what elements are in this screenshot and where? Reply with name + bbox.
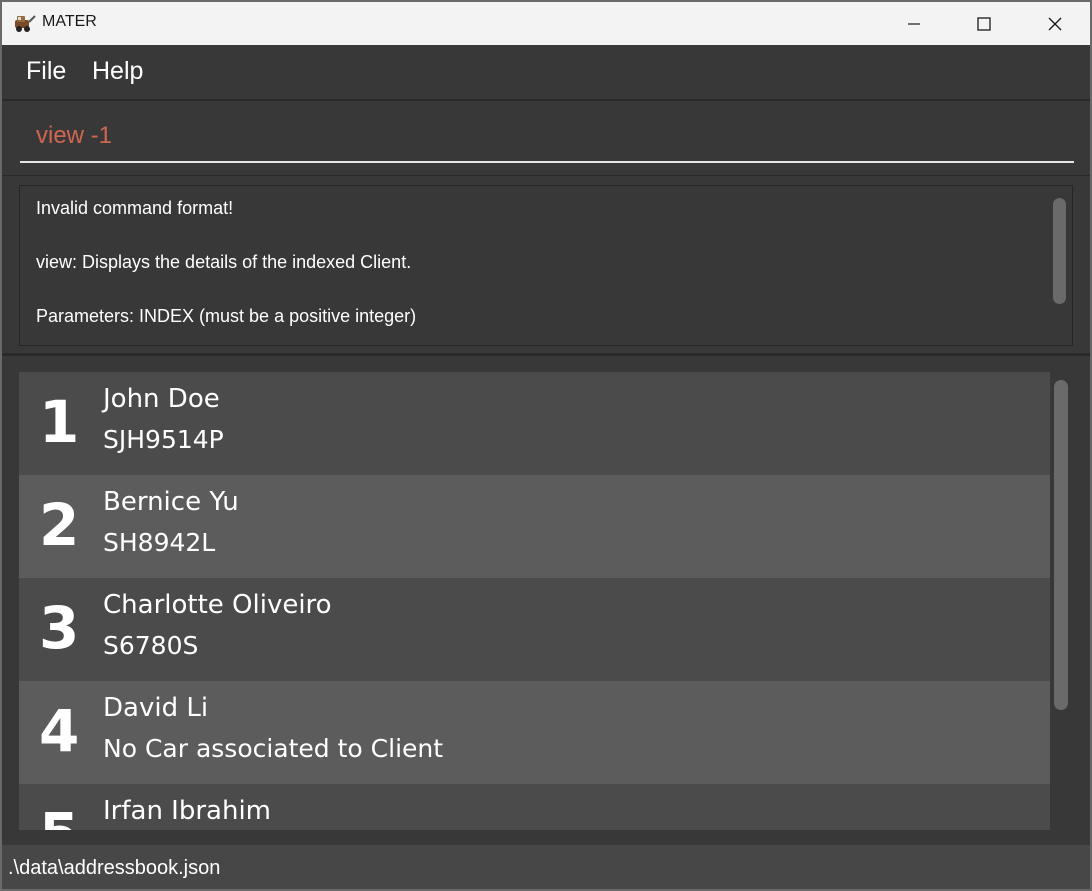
minimize-icon [908, 22, 920, 25]
client-index: 5 [39, 800, 79, 830]
result-line: Parameters: INDEX (must be a positive in… [36, 306, 417, 326]
client-card[interactable]: 1 John Doe SJH9514P [19, 372, 1050, 475]
client-index: 1 [39, 388, 80, 456]
client-name: David Li [103, 693, 209, 723]
client-car: No Car associated to Client [103, 734, 444, 763]
client-card[interactable]: 2 Bernice Yu SH8942L [19, 475, 1050, 578]
app-window: MATER File Help Invalid command format! [2, 2, 1090, 889]
client-name: Irfan Ibrahim [103, 796, 272, 826]
menu-file[interactable]: File [26, 57, 66, 86]
menu-help[interactable]: Help [92, 57, 143, 86]
close-icon [1048, 17, 1062, 30]
client-list-panel: 1 John Doe SJH9514P 2 Bernice Yu SH8942L… [2, 356, 1090, 844]
client-index: 2 [39, 491, 80, 559]
client-car: SJH9514P [103, 425, 224, 454]
client-list-scrollbar[interactable] [1054, 380, 1068, 710]
client-name: Bernice Yu [103, 487, 239, 517]
title-bar[interactable]: MATER [2, 2, 1090, 45]
maximize-button[interactable] [949, 2, 1019, 45]
save-location: .\data\addressbook.json [8, 857, 221, 879]
client-list[interactable]: 1 John Doe SJH9514P 2 Bernice Yu SH8942L… [19, 372, 1050, 830]
client-card[interactable]: 3 Charlotte Oliveiro S6780S [19, 578, 1050, 681]
command-box [2, 101, 1090, 176]
client-card[interactable]: 4 David Li No Car associated to Client [19, 681, 1050, 784]
result-display[interactable]: Invalid command format! view: Displays t… [19, 185, 1073, 346]
client-index: 4 [39, 697, 80, 765]
client-index: 3 [39, 594, 80, 662]
result-display-panel: Invalid command format! view: Displays t… [2, 177, 1090, 356]
client-car: S6780S [103, 631, 199, 660]
client-name: John Doe [103, 384, 220, 414]
maximize-icon [977, 16, 991, 31]
window-title: MATER [42, 13, 97, 30]
result-line: view: Displays the details of the indexe… [36, 252, 412, 272]
client-card[interactable]: 5 Irfan Ibrahim [19, 784, 1050, 830]
minimize-button[interactable] [879, 2, 949, 45]
client-car: SH8942L [103, 528, 216, 557]
tow-truck-icon [15, 15, 36, 32]
client-name: Charlotte Oliveiro [103, 590, 332, 620]
close-button[interactable] [1020, 2, 1090, 45]
menu-bar: File Help [2, 45, 1090, 101]
result-scrollbar[interactable] [1053, 198, 1066, 304]
status-bar: .\data\addressbook.json [2, 845, 1090, 889]
command-input[interactable] [20, 111, 1074, 163]
result-line: Invalid command format! [36, 198, 234, 218]
